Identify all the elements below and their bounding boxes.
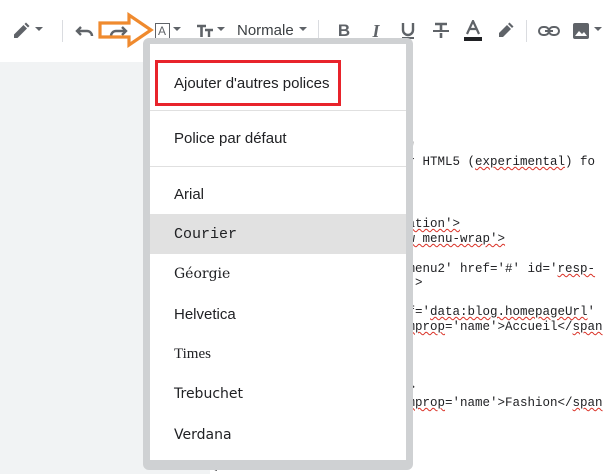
code-text: ' — [587, 305, 596, 319]
misspelled-word: span — [572, 396, 603, 410]
highlight-color-icon[interactable] — [494, 18, 516, 44]
menu-item-font-georgia[interactable]: Géorgie — [150, 254, 406, 294]
toolbar-divider — [62, 20, 63, 42]
link-icon[interactable] — [537, 18, 561, 44]
chevron-down-icon[interactable] — [173, 27, 181, 31]
menu-divider — [150, 110, 406, 111]
code-text: -menu2' href='#' id=' — [400, 262, 558, 276]
strikethrough-icon[interactable] — [430, 18, 452, 44]
menu-item-font-arial[interactable]: Arial — [150, 174, 406, 214]
red-highlight-annotation — [155, 60, 341, 106]
image-icon[interactable] — [570, 18, 592, 44]
code-line: emprop='name'>Fashion</span — [400, 396, 603, 410]
chevron-down-icon[interactable] — [594, 27, 602, 31]
code-line: -menu2' href='#' id='resp- — [400, 262, 595, 276]
menu-item-default-font[interactable]: Police par défaut — [150, 118, 406, 158]
misspelled-word: ow menu-wrap'> — [400, 232, 506, 246]
pencil-icon[interactable] — [10, 18, 32, 44]
text-color-icon[interactable] — [462, 18, 484, 44]
misspelled-word: resp- — [557, 262, 596, 276]
toolbar-divider — [526, 20, 527, 42]
misspelled-word: span — [572, 320, 603, 334]
chevron-down-icon[interactable] — [217, 27, 225, 31]
misspelled-word: experimental — [475, 155, 566, 169]
menu-item-font-helvetica[interactable]: Helvetica — [150, 294, 406, 334]
code-text: ) fo — [565, 155, 596, 169]
menu-panel: Ajouter d'autres polices Police par défa… — [150, 44, 406, 460]
menu-item-font-times[interactable]: Times — [150, 334, 406, 374]
undo-icon[interactable] — [74, 18, 96, 44]
code-line: or HTML5 (experimental) fo — [400, 155, 595, 169]
misspelled-word: data:blog.homepageUrl — [430, 305, 588, 319]
code-text: ='name'>Accueil</ — [445, 320, 573, 334]
menu-divider — [150, 166, 406, 167]
code-line: emprop='name'>Accueil</span — [400, 320, 603, 334]
paragraph-style-select[interactable]: Normale — [237, 22, 294, 39]
code-line: ef='data:blog.homepageUrl' — [400, 305, 595, 319]
menu-item-font-verdana[interactable]: Verdana — [150, 415, 406, 455]
chevron-down-icon[interactable] — [35, 27, 43, 31]
font-family-menu: Ajouter d'autres polices Police par défa… — [143, 38, 413, 470]
menu-item-font-courier[interactable]: Courier — [150, 214, 406, 254]
chevron-down-icon[interactable] — [299, 27, 307, 31]
font-family-icon: A — [154, 22, 170, 40]
code-text: ='name'>Fashion</ — [445, 396, 573, 410]
menu-item-font-trebuchet[interactable]: Trebuchet — [150, 374, 406, 414]
code-line: ow menu-wrap'> — [400, 232, 505, 246]
